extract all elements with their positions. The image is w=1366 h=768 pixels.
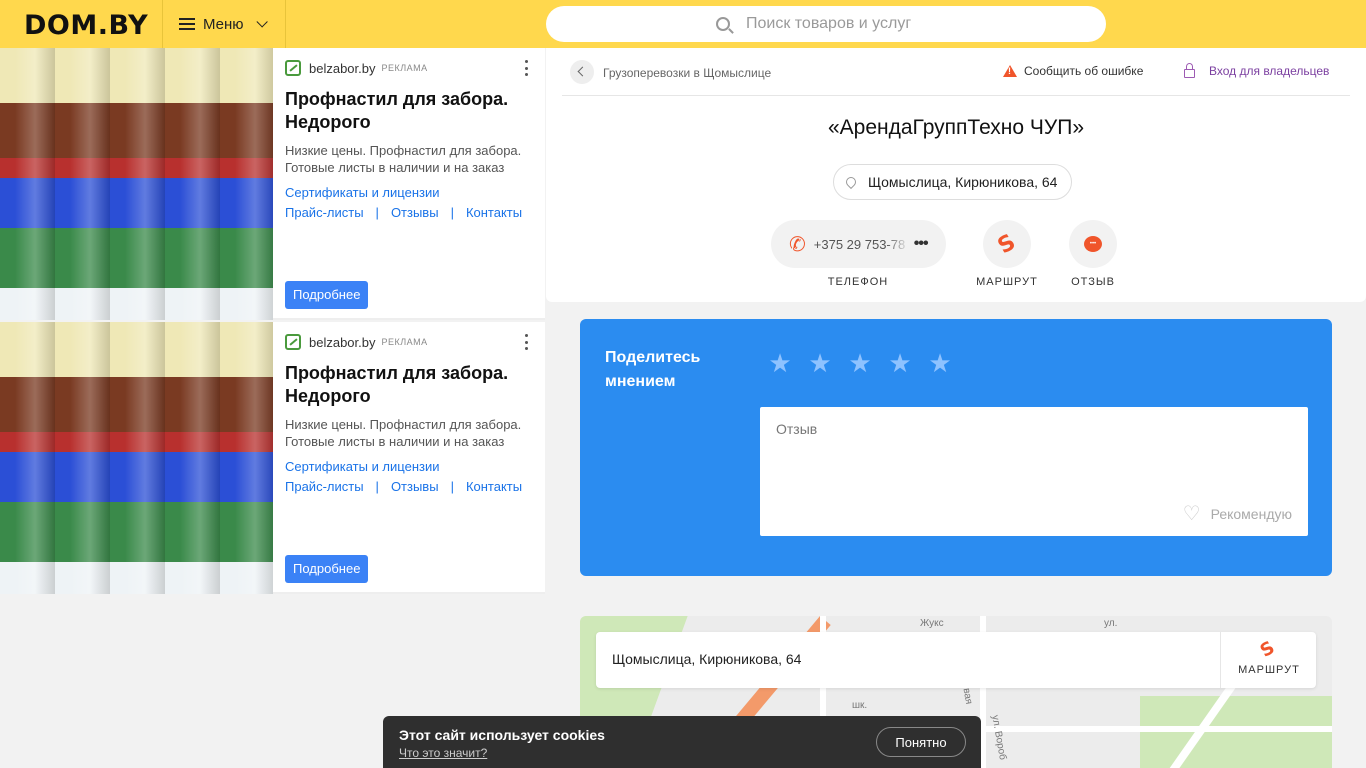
belzabor-logo-icon [285,60,301,76]
ad-source[interactable]: belzabor.by РЕКЛАМА [285,334,428,350]
ad-body: belzabor.by РЕКЛАМА Профнастил для забор… [285,322,535,594]
rating-stars: ★ ★ ★ ★ ★ [766,349,966,377]
phone-icon: ✆ [789,233,806,256]
ad-image[interactable] [0,322,273,594]
map-park-area [1140,696,1332,768]
map-street-label: ул. [1104,618,1118,629]
chevron-down-icon [256,16,268,28]
ad-link-separator: | [375,479,379,494]
phone-more-icon[interactable]: ••• [914,235,929,253]
back-button[interactable] [570,60,594,84]
report-error-link[interactable]: Сообщить об ошибке [1003,64,1143,78]
report-error-label: Сообщить об ошибке [1024,64,1144,78]
map-street-label: Жукс [920,618,944,629]
location-pin-icon [843,174,859,190]
search-input[interactable] [746,15,936,33]
address-text: Щомыслица, Кирюникова, 64 [868,174,1058,190]
map-route-label: МАРШРУТ [1238,664,1300,676]
ad-link-certificates[interactable]: Сертификаты и лицензии [285,185,439,200]
search-icon [716,17,730,31]
ad-link-prices[interactable]: Прайс-листы [285,479,364,494]
card-divider [562,95,1350,96]
ad-tag: РЕКЛАМА [381,337,428,347]
ad-image[interactable] [0,48,273,320]
review-input-box: ♡ Рекомендую [760,407,1308,536]
review-title: Поделитесь мнением [605,349,701,390]
map-address-bar: Щомыслица, Кирюникова, 64 S МАРШРУТ [596,632,1316,688]
phone-button[interactable]: ✆ +375 29 753-78 ••• [771,220,946,268]
ad-link-separator: | [450,479,454,494]
ad-title[interactable]: Профнастил для забора. Недорого [285,88,535,134]
ad-body: belzabor.by РЕКЛАМА Профнастил для забор… [285,48,535,320]
ad-options-icon[interactable] [525,60,529,76]
company-name: «АрендаГруппТехно ЧУП» [827,116,1085,139]
company-card: Грузоперевозки в Щомыслице Сообщить об о… [546,48,1366,302]
cookie-banner: Этот сайт использует cookies Что это зна… [383,716,981,768]
ad-options-icon[interactable] [525,334,529,350]
route-button[interactable]: S [983,220,1031,268]
belzabor-logo-icon [285,334,301,350]
review-action-label: ОТЗЫВ [1071,276,1115,288]
star-icon[interactable]: ★ [846,349,874,377]
hamburger-icon [179,18,195,30]
ad-block-1: belzabor.by РЕКЛАМА Профнастил для забор… [0,48,545,320]
map-street-label: ул. Вороб [989,714,1008,761]
ad-link-reviews[interactable]: Отзывы [391,205,439,220]
star-icon[interactable]: ★ [806,349,834,377]
heart-icon: ♡ [1182,503,1201,525]
ad-link-separator: | [375,205,379,220]
star-icon[interactable]: ★ [766,349,794,377]
review-form: Поделитесь мнением ★ ★ ★ ★ ★ ♡ Рекоменду… [580,319,1332,576]
phone-number: +375 29 753-78 [813,236,906,252]
ad-link-certificates[interactable]: Сертификаты и лицензии [285,459,439,474]
review-button[interactable] [1069,220,1117,268]
ad-link-prices[interactable]: Прайс-листы [285,205,364,220]
ad-block-2: belzabor.by РЕКЛАМА Профнастил для забор… [0,322,545,594]
lock-icon [1184,62,1195,78]
cookie-accept-button[interactable]: Понятно [876,727,966,757]
star-icon[interactable]: ★ [926,349,954,377]
ad-domain: belzabor.by [309,334,376,350]
ad-link-reviews[interactable]: Отзывы [391,479,439,494]
ad-links: Прайс-листы | Отзывы | Контакты [285,479,522,494]
phone-action-label: ТЕЛЕФОН [827,276,889,288]
route-icon: S [1256,637,1279,662]
ad-link-separator: | [450,205,454,220]
star-icon[interactable]: ★ [886,349,914,377]
ad-more-button[interactable]: Подробнее [285,555,369,583]
ad-source[interactable]: belzabor.by РЕКЛАМА [285,60,428,76]
menu-label: Меню [203,15,244,33]
ad-link-contacts[interactable]: Контакты [466,479,522,494]
ad-link-contacts[interactable]: Контакты [466,205,522,220]
cookie-info-link[interactable]: Что это значит? [399,746,487,760]
map-route-button[interactable]: S МАРШРУТ [1220,632,1316,688]
top-header: DOM.BY Меню [0,0,1366,48]
route-action-label: МАРШРУТ [976,276,1038,288]
map-street-label: шк. [852,700,868,711]
ad-title[interactable]: Профнастил для забора. Недорого [285,362,535,408]
breadcrumb[interactable]: Грузоперевозки в Щомыслице [603,66,771,80]
address-chip[interactable]: Щомыслица, Кирюникова, 64 [833,164,1073,200]
recommend-toggle[interactable]: ♡ Рекомендую [1183,501,1292,526]
recommend-label: Рекомендую [1210,505,1292,522]
owner-login-link[interactable]: Вход для владельцев [1184,62,1330,78]
chat-icon [1084,236,1102,252]
ad-tag: РЕКЛАМА [381,63,428,73]
ad-links: Прайс-листы | Отзывы | Контакты [285,205,522,220]
search-bar[interactable] [546,6,1106,42]
warning-icon [1003,65,1017,77]
map-address-text: Щомыслица, Кирюникова, 64 [612,651,802,667]
owner-login-label: Вход для владельцев [1209,64,1330,78]
site-logo[interactable]: DOM.BY [24,10,148,41]
menu-button[interactable]: Меню [162,0,286,48]
ad-description: Низкие цены. Профнастил для забора. Гото… [285,143,522,175]
ad-more-button[interactable]: Подробнее [285,281,369,309]
route-icon: S [993,229,1021,259]
ad-domain: belzabor.by [309,60,376,76]
ad-description: Низкие цены. Профнастил для забора. Гото… [285,417,522,449]
cookie-title: Этот сайт использует cookies [399,727,605,743]
